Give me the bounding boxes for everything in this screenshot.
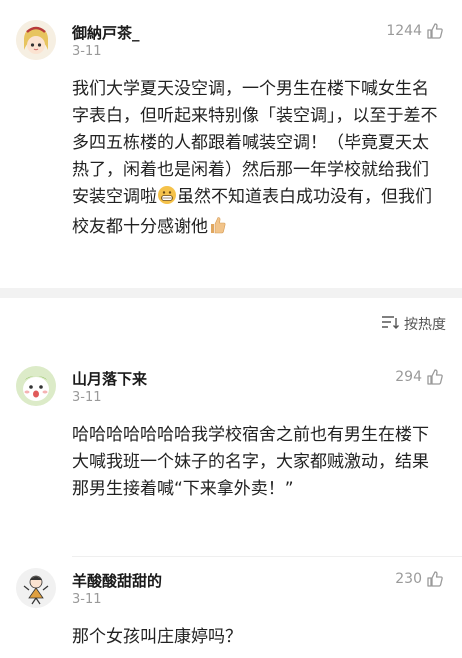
thumbs-up-icon <box>426 570 444 588</box>
username[interactable]: 羊酸酸甜甜的 <box>72 570 162 591</box>
username[interactable]: 御納戸茶_ <box>72 22 140 43</box>
sort-toggle[interactable]: 按热度 <box>381 314 446 334</box>
user-avatar[interactable] <box>16 20 56 60</box>
sort-icon <box>381 314 399 334</box>
comment-item: 御納戸茶_ 3-11 1244 我们大学夏天没空调，一个男生在楼下喊女生名字表白… <box>0 0 462 288</box>
thumbs-up-emoji <box>208 215 228 244</box>
like-button[interactable]: 294 <box>395 368 444 386</box>
grinning-emoji <box>157 185 177 214</box>
comment-item: 羊酸酸甜甜的 3-11 230 那个女孩叫庄康婷吗？ <box>0 556 462 658</box>
like-count: 230 <box>395 571 422 587</box>
comment-date: 3-11 <box>72 592 102 607</box>
comment-text: 那个女孩叫庄康婷吗？ <box>72 627 242 647</box>
sort-label: 按热度 <box>404 317 446 333</box>
like-button[interactable]: 230 <box>395 570 444 588</box>
comment-date: 3-11 <box>72 390 102 405</box>
user-avatar[interactable] <box>16 366 56 406</box>
like-count: 1244 <box>386 23 422 39</box>
comment-date: 3-11 <box>72 44 102 59</box>
thumbs-up-icon <box>426 22 444 40</box>
comment-text: 哈哈哈哈哈哈哈我学校宿舍之前也有男生在楼下大喊我班一个妹子的名字，大家都贼激动，… <box>72 425 429 499</box>
username[interactable]: 山月落下来 <box>72 368 147 389</box>
like-count: 294 <box>395 369 422 385</box>
thumbs-up-icon <box>426 368 444 386</box>
like-button[interactable]: 1244 <box>386 22 444 40</box>
comment-item: 山月落下来 3-11 294 哈哈哈哈哈哈哈我学校宿舍之前也有男生在楼下大喊我班… <box>0 344 462 554</box>
comment-text: 我们大学夏天没空调，一个男生在楼下喊女生名字表白，但听起来特别像「装空调」，以至… <box>72 76 444 244</box>
user-avatar[interactable] <box>16 568 56 608</box>
section-separator <box>0 288 462 298</box>
